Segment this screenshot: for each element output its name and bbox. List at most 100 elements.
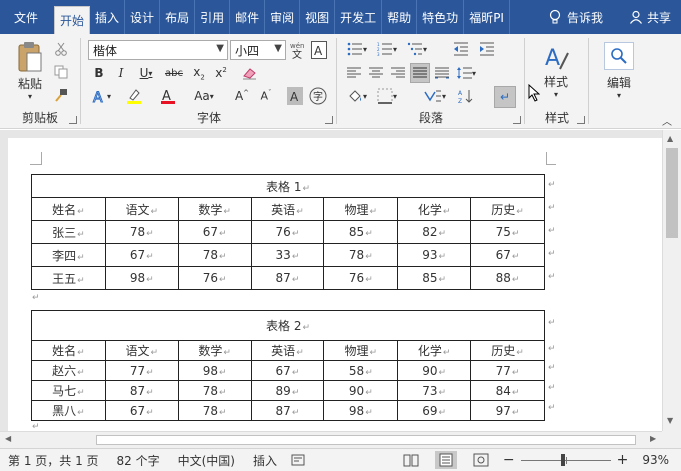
font-size-combobox[interactable]: 小四 ▼ <box>230 40 286 60</box>
table-cell[interactable]: 赵六↵ <box>31 360 106 381</box>
table-cell[interactable]: 语文↵ <box>104 197 179 221</box>
table-cell[interactable]: 历史↵ <box>470 340 545 361</box>
table-cell[interactable]: 33↵ <box>250 243 325 267</box>
tab-help[interactable]: 帮助 <box>382 0 418 34</box>
grow-font-button[interactable]: A^ <box>232 86 252 106</box>
tab-insert[interactable]: 插入 <box>90 0 126 34</box>
table-cell[interactable]: 78↵ <box>177 380 252 401</box>
table-cell[interactable]: 77↵ <box>470 360 545 381</box>
table-cell[interactable]: 87↵ <box>104 380 179 401</box>
tell-me-box[interactable]: 告诉我 <box>543 9 603 26</box>
table-cell[interactable]: 67↵ <box>250 360 325 381</box>
scroll-left-icon[interactable]: ◀ <box>5 434 11 443</box>
table-cell[interactable]: 90↵ <box>397 360 472 381</box>
decrease-indent-button[interactable] <box>450 40 472 58</box>
macro-recording-icon[interactable] <box>291 453 305 467</box>
enclose-characters-button[interactable]: 字 <box>308 86 328 106</box>
table-cell[interactable]: 黑八↵ <box>31 400 106 421</box>
share-button[interactable]: 共享 <box>629 9 671 26</box>
table-cell[interactable]: 75↵ <box>470 220 545 244</box>
cut-button[interactable] <box>52 40 70 58</box>
copy-button[interactable] <box>52 63 70 81</box>
page-count[interactable]: 第 1 页，共 1 页 <box>8 452 99 469</box>
table-cell[interactable]: 物理↵ <box>323 340 399 361</box>
horizontal-scrollbar[interactable]: ◀ ▶ <box>0 431 662 448</box>
vertical-scrollbar[interactable]: ▲ ▼ <box>662 130 681 431</box>
table-cell[interactable]: 数学↵ <box>177 197 252 221</box>
table-title-cell[interactable]: 表格 1↵ <box>31 174 545 198</box>
table-cell[interactable]: 化学↵ <box>397 197 472 221</box>
italic-button[interactable]: I <box>112 64 130 82</box>
bullets-button[interactable]: ▾ <box>344 40 370 58</box>
table-cell[interactable]: 85↵ <box>323 220 399 244</box>
insert-mode-indicator[interactable]: 插入 <box>253 452 277 469</box>
styles-launcher[interactable] <box>577 116 585 124</box>
table-cell[interactable]: 89↵ <box>250 380 325 401</box>
subscript-button[interactable]: x2 <box>190 64 208 82</box>
scroll-up-icon[interactable]: ▲ <box>667 134 673 143</box>
paragraph-launcher[interactable] <box>513 116 521 124</box>
align-right-button[interactable] <box>388 64 408 82</box>
font-launcher[interactable] <box>325 116 333 124</box>
table-cell[interactable]: 67↵ <box>177 220 252 244</box>
numbering-button[interactable]: 123 ▾ <box>374 40 400 58</box>
zoom-slider-thumb[interactable] <box>560 454 565 466</box>
table-cell[interactable]: 英语↵ <box>250 197 325 221</box>
multilevel-list-button[interactable]: ▾ <box>404 40 430 58</box>
collapse-ribbon-button[interactable]: ︿ <box>660 114 674 128</box>
table-cell[interactable]: 马七↵ <box>31 380 106 401</box>
line-spacing-button[interactable]: ▾ <box>454 64 478 82</box>
table-cell[interactable]: 化学↵ <box>397 340 472 361</box>
table-cell[interactable]: 78↵ <box>104 220 179 244</box>
document-area[interactable]: 表格 1↵ 姓名↵ 语文↵ 数学↵ 英语↵ 物理↵ 化学↵ 历史↵ 张三↵ 78… <box>0 130 662 431</box>
horizontal-scroll-thumb[interactable] <box>96 435 636 445</box>
tab-home[interactable]: 开始 <box>54 6 91 34</box>
table-cell[interactable]: 数学↵ <box>177 340 252 361</box>
table-cell[interactable]: 76↵ <box>323 266 399 290</box>
table-cell[interactable]: 67↵ <box>104 243 179 267</box>
table-cell[interactable]: 张三↵ <box>31 220 106 244</box>
tab-references[interactable]: 引用 <box>195 0 231 34</box>
table-cell[interactable]: 84↵ <box>470 380 545 401</box>
shading-button[interactable]: ▾ <box>344 86 370 106</box>
table-cell[interactable]: 姓名↵ <box>31 340 106 361</box>
read-mode-icon[interactable] <box>403 453 419 467</box>
align-center-button[interactable] <box>366 64 386 82</box>
table-cell[interactable]: 87↵ <box>250 266 325 290</box>
distributed-button[interactable] <box>432 64 452 82</box>
table-cell[interactable]: 69↵ <box>397 400 472 421</box>
font-name-combobox[interactable]: 楷体 ▼ <box>88 40 228 60</box>
show-hide-marks-button[interactable]: ↵ <box>494 86 516 108</box>
table-cell[interactable]: 88↵ <box>470 266 545 290</box>
table-cell[interactable]: 98↵ <box>323 400 399 421</box>
document-page[interactable]: 表格 1↵ 姓名↵ 语文↵ 数学↵ 英语↵ 物理↵ 化学↵ 历史↵ 张三↵ 78… <box>8 138 662 431</box>
table-cell[interactable]: 90↵ <box>323 380 399 401</box>
language-indicator[interactable]: 中文(中国) <box>178 452 235 469</box>
increase-indent-button[interactable] <box>476 40 498 58</box>
tab-review[interactable]: 审阅 <box>265 0 301 34</box>
table-cell[interactable]: 78↵ <box>177 243 252 267</box>
align-left-button[interactable] <box>344 64 364 82</box>
tab-file[interactable]: 文件 <box>0 0 54 34</box>
scroll-right-icon[interactable]: ▶ <box>650 434 656 443</box>
zoom-out-button[interactable]: − <box>503 452 515 468</box>
font-color-button[interactable]: A <box>154 86 182 106</box>
superscript-button[interactable]: x2 <box>212 64 230 82</box>
table-title-cell[interactable]: 表格 2↵ <box>31 310 545 341</box>
tab-features[interactable]: 特色功 <box>417 0 465 34</box>
table-cell[interactable]: 58↵ <box>323 360 399 381</box>
tab-developer[interactable]: 开发工 <box>335 0 383 34</box>
zoom-level[interactable]: 93% <box>642 453 669 467</box>
character-border-button[interactable]: A <box>310 40 328 60</box>
table-cell[interactable]: 67↵ <box>470 243 545 267</box>
borders-button[interactable]: ▾ <box>374 86 400 106</box>
table-cell[interactable]: 76↵ <box>250 220 325 244</box>
table-cell[interactable]: 73↵ <box>397 380 472 401</box>
underline-button[interactable]: U ▾ <box>134 64 158 82</box>
table-1[interactable]: 表格 1↵ 姓名↵ 语文↵ 数学↵ 英语↵ 物理↵ 化学↵ 历史↵ 张三↵ 78… <box>31 174 545 290</box>
format-painter-button[interactable] <box>52 86 70 104</box>
tab-foxit-pdf[interactable]: 福昕PI <box>464 0 510 34</box>
table-cell[interactable]: 77↵ <box>104 360 179 381</box>
tab-layout[interactable]: 布局 <box>160 0 196 34</box>
table-cell[interactable]: 李四↵ <box>31 243 106 267</box>
